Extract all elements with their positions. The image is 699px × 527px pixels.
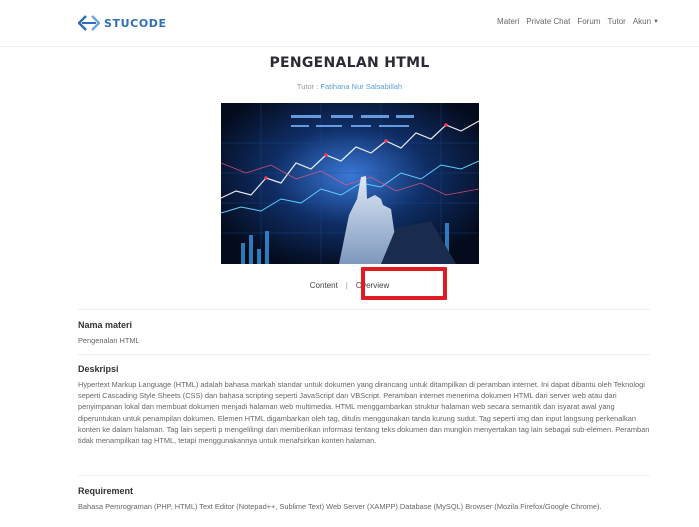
- tutor-label: Tutor :: [296, 82, 319, 91]
- nav-account-dropdown[interactable]: Akun ▼: [633, 17, 659, 26]
- nav-forum[interactable]: Forum: [577, 17, 600, 26]
- section-heading-name: Nama materi: [78, 320, 133, 330]
- divider: [78, 475, 650, 476]
- section-text-name: Pengenalan HTML: [78, 336, 140, 345]
- nav-materi[interactable]: Materi: [497, 17, 519, 26]
- main-nav: Materi Private Chat Forum Tutor Akun ▼: [497, 17, 659, 26]
- tab-content[interactable]: Content: [310, 281, 338, 290]
- nav-private-chat[interactable]: Private Chat: [526, 17, 570, 26]
- tab-separator: |: [345, 281, 348, 290]
- course-cover-image: [221, 103, 479, 264]
- code-brackets-logo-icon: [78, 15, 100, 31]
- nav-account-label: Akun: [632, 17, 652, 26]
- caret-down-icon: ▼: [653, 19, 659, 25]
- overview-highlight-box: [361, 267, 447, 300]
- tutor-line: Tutor : Fatihana Nur Salsabillah: [0, 82, 699, 91]
- section-heading-description: Deskripsi: [78, 364, 119, 374]
- brand-logo[interactable]: STUCODE: [78, 12, 167, 34]
- section-text-requirement: Bahasa Pemrograman (PHP, HTML) Text Edit…: [78, 502, 602, 511]
- tutor-name-link[interactable]: Fatihana Nur Salsabillah: [320, 82, 402, 91]
- section-text-description: Hypertext Markup Language (HTML) adalah …: [78, 380, 650, 446]
- divider: [78, 309, 650, 310]
- divider: [78, 354, 650, 355]
- navbar: STUCODE Materi Private Chat Forum Tutor …: [0, 0, 699, 47]
- section-heading-requirement: Requirement: [78, 486, 134, 496]
- nav-tutor[interactable]: Tutor: [607, 17, 625, 26]
- brand-name: STUCODE: [104, 16, 167, 30]
- page-title: PENGENALAN HTML: [269, 55, 430, 71]
- content-tabs: Content | Overview: [0, 281, 699, 290]
